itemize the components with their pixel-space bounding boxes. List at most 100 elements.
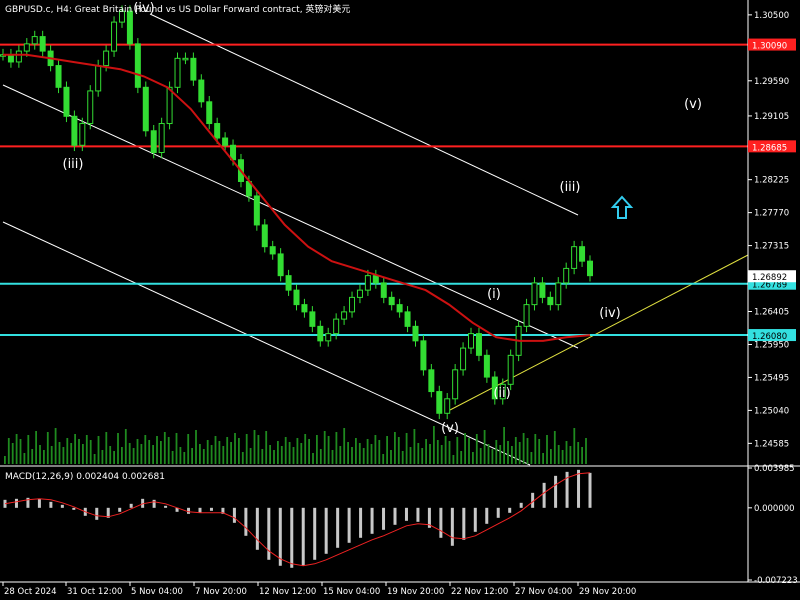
candle-body xyxy=(63,86,70,117)
volume-bar xyxy=(499,445,502,464)
candle-body xyxy=(182,57,189,61)
volume-bar xyxy=(113,451,115,464)
candle-body xyxy=(507,354,514,385)
volume-bar xyxy=(163,432,166,464)
volume-bar xyxy=(429,444,431,464)
macd-histogram-bar xyxy=(508,507,512,513)
volume-bar xyxy=(347,442,349,464)
volume-bar xyxy=(31,449,34,464)
volume-bar xyxy=(199,444,201,464)
volume-bar xyxy=(390,450,392,464)
x-tick-label: 5 Nov 04:00 xyxy=(131,587,183,597)
candle-body xyxy=(166,86,173,125)
candle-body xyxy=(79,123,86,146)
candle-body xyxy=(309,311,316,327)
macd-histogram-bar xyxy=(255,507,259,550)
volume-bar xyxy=(27,435,30,464)
x-tick-label: 28 Oct 2024 xyxy=(4,587,57,597)
y-tick-label: 1.25495 xyxy=(754,373,789,383)
macd-histogram-bar xyxy=(473,507,477,532)
macd-histogram-bar xyxy=(14,498,18,508)
candle-body xyxy=(190,57,197,81)
candle-body xyxy=(285,275,292,291)
volume-bar xyxy=(479,448,482,464)
candle-body xyxy=(174,57,181,88)
x-tick-label: 19 Nov 20:00 xyxy=(387,587,444,597)
candle-body xyxy=(7,54,14,63)
volume-bar xyxy=(284,437,287,464)
y-tick-label: 1.29105 xyxy=(754,112,789,122)
volume-bar xyxy=(136,439,139,464)
y-tick-label: 1.29590 xyxy=(754,77,789,87)
volume-bar xyxy=(175,433,178,464)
candle-body xyxy=(269,246,276,255)
macd-histogram-bar xyxy=(416,507,420,522)
candle-body xyxy=(571,246,578,269)
volume-bar xyxy=(487,444,490,464)
macd-histogram-bar xyxy=(187,507,191,514)
candle-body xyxy=(420,340,427,371)
volume-bar xyxy=(323,431,326,464)
candle-body xyxy=(31,36,38,45)
macd-histogram-bar xyxy=(232,507,236,523)
macd-histogram-bar xyxy=(393,507,397,525)
y-tick-label: 1.24585 xyxy=(754,439,789,449)
volume-bar xyxy=(43,450,45,464)
candle-body xyxy=(412,325,419,342)
current-price-label: 1.26892 xyxy=(752,273,787,283)
volume-bar xyxy=(245,434,248,464)
volume-bar xyxy=(238,438,240,464)
y-tick-label: 1.25950 xyxy=(754,340,789,350)
volume-bar xyxy=(97,436,100,464)
volume-bar xyxy=(226,437,229,464)
macd-histogram-bar xyxy=(554,475,558,508)
volume-bar xyxy=(128,443,131,464)
volume-bar xyxy=(530,452,533,464)
candle-body xyxy=(555,282,562,306)
candle-body xyxy=(111,21,118,52)
volume-bar xyxy=(257,435,260,464)
volume-bar xyxy=(93,454,96,464)
macd-histogram-bar xyxy=(370,507,374,534)
x-tick-label: 7 Nov 20:00 xyxy=(195,587,247,597)
volume-bar xyxy=(397,437,400,464)
macd-tick-label: 0.000000 xyxy=(754,504,795,514)
volume-bar xyxy=(269,445,271,464)
candle-body xyxy=(55,65,62,88)
x-tick-label: 12 Nov 12:00 xyxy=(259,587,316,597)
macd-histogram-bar xyxy=(278,507,282,566)
volume-bar xyxy=(358,443,361,464)
macd-histogram-bar xyxy=(118,507,122,512)
macd-histogram-bar xyxy=(198,507,202,513)
volume-bar xyxy=(319,449,322,464)
volume-bar xyxy=(573,428,576,464)
volume-bar xyxy=(121,447,123,464)
volume-bar xyxy=(534,434,537,464)
volume-bar xyxy=(261,449,264,464)
volume-bar xyxy=(304,434,307,464)
candle-body xyxy=(126,10,133,45)
macd-histogram-bar xyxy=(49,501,53,508)
volume-bar xyxy=(491,449,494,464)
volume-bar xyxy=(50,446,53,464)
candle-body xyxy=(428,369,435,393)
volume-bar xyxy=(550,449,552,464)
volume-bar xyxy=(569,446,572,464)
volume-bar xyxy=(370,444,373,464)
macd-histogram-bar xyxy=(164,505,168,508)
volume-bar xyxy=(288,442,291,464)
volume-bar xyxy=(308,439,310,464)
candle-body xyxy=(396,304,403,313)
volume-bar xyxy=(117,433,119,464)
candle-body xyxy=(261,224,268,248)
volume-bar xyxy=(105,432,108,464)
volume-bar xyxy=(386,436,388,464)
candle-body xyxy=(222,137,229,146)
volume-bar xyxy=(565,441,568,464)
candle-body xyxy=(388,296,395,306)
wave-label: (iii) xyxy=(560,180,581,195)
level-label-1: 1.28685 xyxy=(752,143,787,153)
macd-histogram-bar xyxy=(439,507,443,538)
x-tick-label: 27 Nov 04:00 xyxy=(515,587,572,597)
volume-bar xyxy=(160,441,162,464)
